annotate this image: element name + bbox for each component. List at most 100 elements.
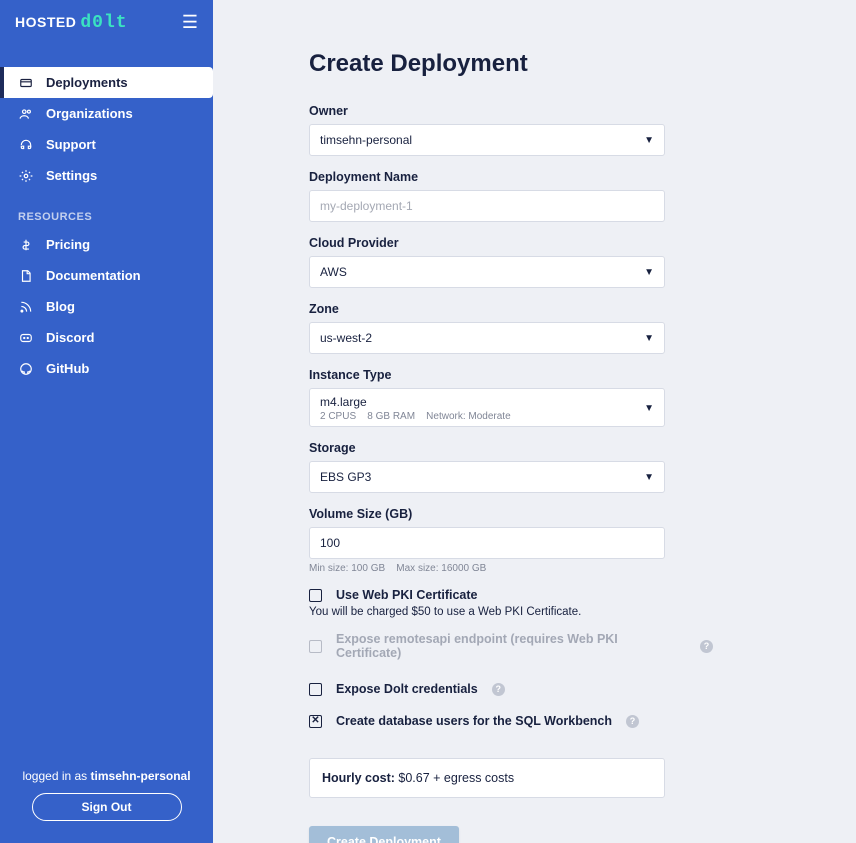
logged-in-user: timsehn-personal	[91, 769, 191, 783]
name-label: Deployment Name	[309, 170, 713, 184]
database-icon	[18, 76, 34, 90]
credentials-checkbox[interactable]	[309, 683, 322, 696]
brand-logo[interactable]: HOSTED d0lt	[15, 13, 128, 33]
remotesapi-row: Expose remotesapi endpoint (requires Web…	[309, 632, 713, 660]
help-icon[interactable]: ?	[700, 640, 713, 653]
rss-icon	[18, 300, 34, 314]
logged-in-prefix: logged in as	[22, 769, 90, 783]
webpki-label: Use Web PKI Certificate	[336, 588, 477, 602]
sidebar-item-discord[interactable]: Discord	[0, 322, 213, 353]
document-icon	[18, 269, 34, 283]
storage-value: EBS GP3	[320, 470, 371, 484]
signout-button[interactable]: Sign Out	[32, 793, 182, 821]
instance-net: Network: Moderate	[426, 411, 510, 422]
cost-box: Hourly cost: $0.67 + egress costs	[309, 758, 665, 798]
owner-label: Owner	[309, 104, 713, 118]
cost-value: $0.67 + egress costs	[398, 771, 514, 785]
discord-icon	[18, 331, 34, 345]
sidebar-item-label: Deployments	[46, 75, 128, 90]
field-deployment-name: Deployment Name	[309, 170, 713, 222]
instance-cpu: 2 CPUS	[320, 411, 356, 422]
instance-label: Instance Type	[309, 368, 713, 382]
dollar-icon	[18, 238, 34, 252]
field-storage: Storage EBS GP3 ▼	[309, 441, 713, 493]
github-icon	[18, 362, 34, 376]
zone-select[interactable]: us-west-2 ▼	[309, 322, 665, 354]
main-content: Create Deployment Owner timsehn-personal…	[213, 0, 856, 843]
dbusers-checkbox[interactable]	[309, 715, 322, 728]
volume-hint: Min size: 100 GB Max size: 16000 GB	[309, 563, 713, 574]
zone-value: us-west-2	[320, 331, 372, 345]
sidebar: HOSTED d0lt ☰ Deployments Organizations …	[0, 0, 213, 843]
sidebar-item-label: Organizations	[46, 106, 133, 121]
instance-meta: 2 CPUS 8 GB RAM Network: Moderate	[320, 411, 511, 422]
storage-label: Storage	[309, 441, 713, 455]
dbusers-row[interactable]: Create database users for the SQL Workbe…	[309, 714, 713, 728]
menu-icon[interactable]: ☰	[182, 12, 198, 33]
cloud-label: Cloud Provider	[309, 236, 713, 250]
headset-icon	[18, 138, 34, 152]
field-owner: Owner timsehn-personal ▼	[309, 104, 713, 156]
sidebar-nav: Deployments Organizations Support Settin…	[0, 67, 213, 384]
sidebar-item-pricing[interactable]: Pricing	[0, 229, 213, 260]
sidebar-item-deployments[interactable]: Deployments	[0, 67, 213, 98]
instance-value: m4.large	[320, 395, 511, 409]
instance-ram: 8 GB RAM	[367, 411, 415, 422]
credentials-row[interactable]: Expose Dolt credentials ?	[309, 682, 713, 696]
sidebar-item-support[interactable]: Support	[0, 129, 213, 160]
webpki-note: You will be charged $50 to use a Web PKI…	[309, 606, 713, 618]
field-cloud-provider: Cloud Provider AWS ▼	[309, 236, 713, 288]
brand-hosted: HOSTED	[15, 14, 76, 30]
volume-hint-min: Min size: 100 GB	[309, 563, 385, 574]
sidebar-item-label: Support	[46, 137, 96, 152]
sidebar-item-github[interactable]: GitHub	[0, 353, 213, 384]
sidebar-item-label: Blog	[46, 299, 75, 314]
cloud-select[interactable]: AWS ▼	[309, 256, 665, 288]
chevron-down-icon: ▼	[644, 472, 654, 483]
chevron-down-icon: ▼	[644, 333, 654, 344]
sidebar-item-label: GitHub	[46, 361, 89, 376]
remotesapi-checkbox	[309, 640, 322, 653]
sidebar-header: HOSTED d0lt ☰	[0, 0, 213, 45]
field-zone: Zone us-west-2 ▼	[309, 302, 713, 354]
chevron-down-icon: ▼	[644, 135, 654, 146]
cost-prefix: Hourly cost:	[322, 771, 398, 785]
storage-select[interactable]: EBS GP3 ▼	[309, 461, 665, 493]
volume-input[interactable]	[309, 527, 665, 559]
help-icon[interactable]: ?	[492, 683, 505, 696]
create-deployment-button[interactable]: Create Deployment	[309, 826, 459, 843]
chevron-down-icon: ▼	[644, 267, 654, 278]
logged-in-text: logged in as timsehn-personal	[18, 769, 195, 783]
gear-icon	[18, 169, 34, 183]
sidebar-item-label: Documentation	[46, 268, 141, 283]
field-instance-type: Instance Type m4.large 2 CPUS 8 GB RAM N…	[309, 368, 713, 427]
dbusers-label: Create database users for the SQL Workbe…	[336, 714, 612, 728]
sidebar-item-organizations[interactable]: Organizations	[0, 98, 213, 129]
owner-value: timsehn-personal	[320, 133, 412, 147]
page-title: Create Deployment	[309, 50, 856, 78]
chevron-down-icon: ▼	[644, 403, 654, 414]
webpki-checkbox[interactable]	[309, 589, 322, 602]
sidebar-item-documentation[interactable]: Documentation	[0, 260, 213, 291]
credentials-label: Expose Dolt credentials	[336, 682, 478, 696]
sidebar-item-settings[interactable]: Settings	[0, 160, 213, 191]
resources-label: RESOURCES	[0, 191, 213, 229]
users-icon	[18, 107, 34, 121]
help-icon[interactable]: ?	[626, 715, 639, 728]
brand-dolt: d0lt	[80, 13, 127, 33]
zone-label: Zone	[309, 302, 713, 316]
sidebar-item-label: Pricing	[46, 237, 90, 252]
sidebar-footer: logged in as timsehn-personal Sign Out	[0, 755, 213, 843]
sidebar-item-label: Discord	[46, 330, 94, 345]
webpki-row[interactable]: Use Web PKI Certificate	[309, 588, 713, 602]
owner-select[interactable]: timsehn-personal ▼	[309, 124, 665, 156]
sidebar-item-label: Settings	[46, 168, 97, 183]
cloud-value: AWS	[320, 265, 347, 279]
create-deployment-form: Owner timsehn-personal ▼ Deployment Name…	[309, 104, 713, 843]
volume-hint-max: Max size: 16000 GB	[396, 563, 486, 574]
sidebar-item-blog[interactable]: Blog	[0, 291, 213, 322]
name-input[interactable]	[309, 190, 665, 222]
remotesapi-label: Expose remotesapi endpoint (requires Web…	[336, 632, 686, 660]
instance-select[interactable]: m4.large 2 CPUS 8 GB RAM Network: Modera…	[309, 388, 665, 427]
field-volume-size: Volume Size (GB) Min size: 100 GB Max si…	[309, 507, 713, 574]
